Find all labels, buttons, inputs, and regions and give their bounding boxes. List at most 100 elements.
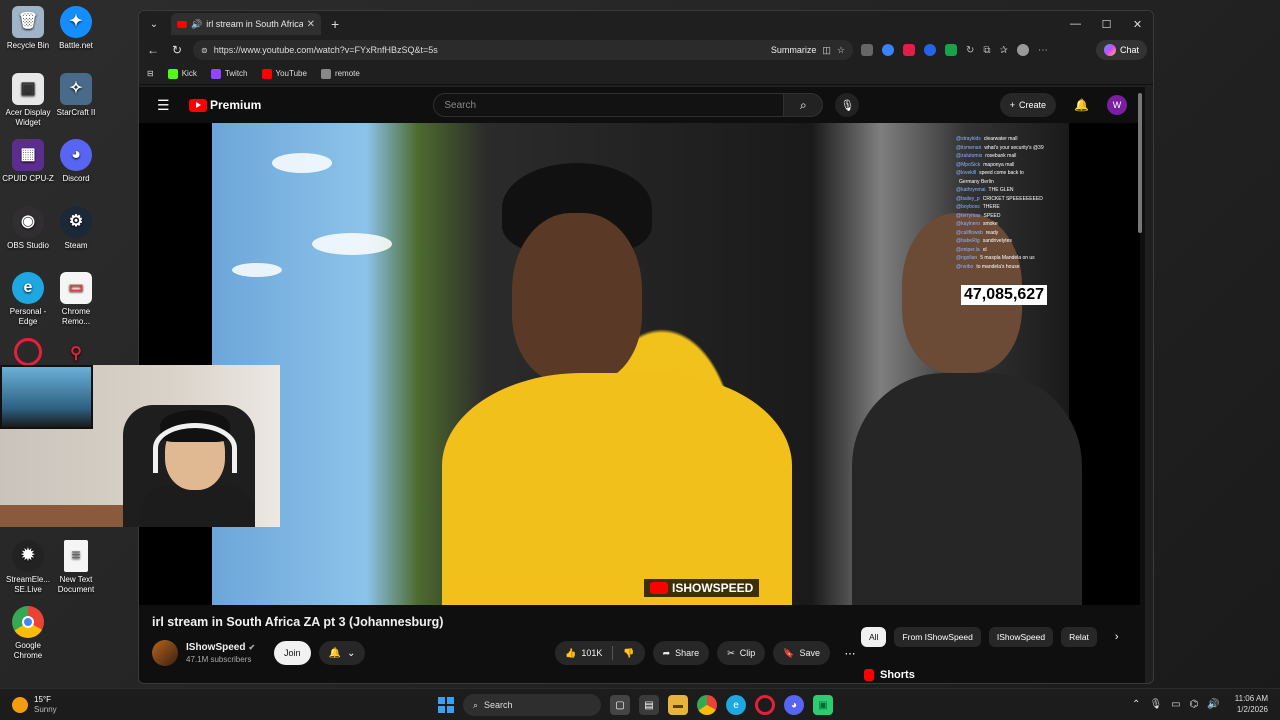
bookmark-twitch[interactable]: Twitch <box>210 68 248 79</box>
extension-icon[interactable] <box>882 44 894 56</box>
dislike-button[interactable]: 👎 <box>613 641 645 665</box>
chip-channel[interactable]: IShowSpeed <box>988 627 1054 647</box>
weather-widget[interactable]: 15°F Sunny <box>12 695 57 715</box>
share-button[interactable]: ➦ Share <box>652 641 710 665</box>
split-screen-icon[interactable]: ◫ <box>822 45 831 56</box>
chat-line: @lovekill speed come back to <box>956 170 1024 176</box>
chip-from-channel[interactable]: From IShowSpeed <box>894 627 981 647</box>
chip-related[interactable]: Relat <box>1061 627 1097 647</box>
create-button[interactable]: + Create <box>999 93 1057 117</box>
channel-name[interactable]: IShowSpeed ✔ <box>186 642 266 653</box>
opera-icon[interactable] <box>755 695 775 715</box>
tab-groups-icon[interactable]: ⊟ <box>147 69 154 78</box>
bell-icon: 🔔 <box>328 647 341 659</box>
desktop-icon-text-document[interactable]: ≡ New Text Document <box>48 540 104 595</box>
refresh-icon[interactable]: ↻ <box>169 43 185 57</box>
maximize-icon[interactable]: ☐ <box>1091 18 1122 31</box>
video-actions: 👍 101K 👎 ➦ Share ✂ Clip 🔖 Save ⋯ <box>555 641 862 665</box>
app-icon[interactable]: ▣ <box>813 695 833 715</box>
close-tab-icon[interactable]: ✕ <box>307 19 315 30</box>
favorites-icon[interactable]: ✰ <box>1000 45 1008 56</box>
site-info-icon[interactable]: ⊜ <box>201 46 208 55</box>
edge-icon[interactable]: e <box>726 695 746 715</box>
chrome-icon[interactable] <box>697 695 717 715</box>
chat-line: @sniper.la ol <box>956 246 987 253</box>
youtube-logo[interactable]: Premium <box>189 98 261 112</box>
microphone-icon[interactable]: 🎙 <box>1149 699 1162 710</box>
video-player[interactable]: @straykids clearwater mall @itsmenan what's… <box>139 123 1140 605</box>
page-scrollbar[interactable] <box>1138 93 1142 233</box>
bookmark-youtube[interactable]: YouTube <box>261 68 307 79</box>
save-button[interactable]: 🔖 Save <box>773 641 830 665</box>
volume-icon[interactable]: 🔊 <box>1207 699 1219 710</box>
extension-icon[interactable] <box>861 44 873 56</box>
bookmark-kick[interactable]: Kick <box>167 68 197 79</box>
voice-search-button[interactable]: 🎙 <box>835 93 860 117</box>
bookmarks-bar: ⊟ Kick Twitch YouTube remote <box>139 63 1153 85</box>
desktop-icon-steam[interactable]: ⚙ Steam <box>48 206 104 251</box>
menu-icon[interactable]: ☰ <box>157 97 177 114</box>
puzzle-icon[interactable]: ⧉ <box>983 45 990 56</box>
channel-info: IShowSpeed ✔ 47.1M subscribers <box>186 642 266 664</box>
extension-icon[interactable] <box>903 44 915 56</box>
search-input[interactable]: Search <box>433 93 784 117</box>
refresh-extension-icon[interactable]: ↻ <box>966 45 974 56</box>
more-menu-icon[interactable]: ⋯ <box>1038 45 1048 56</box>
more-actions-icon[interactable]: ⋯ <box>838 641 862 665</box>
scissors-icon: ✂ <box>727 647 735 658</box>
file-explorer-icon[interactable]: ▬ <box>668 695 688 715</box>
chevron-right-icon[interactable]: › <box>1115 631 1119 643</box>
desktop-icon-chrome-remote[interactable]: ▭ Chrome Remo... <box>48 272 104 327</box>
task-view-icon[interactable]: ▢ <box>610 695 630 715</box>
tab-youtube[interactable]: 🔊 irl stream in South Africa ZA pt ✕ <box>171 13 321 35</box>
taskbar-search[interactable]: ⌕ Search <box>463 694 601 716</box>
video-frame <box>212 123 1082 605</box>
desktop-icon-starcraft[interactable]: ✧ StarCraft II <box>48 73 104 118</box>
tab-actions-icon[interactable]: ⌄ <box>143 14 165 34</box>
clip-button[interactable]: ✂ Clip <box>717 641 766 665</box>
notifications-bell-icon[interactable]: 🔔 <box>1074 98 1089 112</box>
like-button[interactable]: 👍 101K <box>555 641 613 665</box>
profile-icon[interactable] <box>1016 44 1029 56</box>
headphones-icon <box>153 423 237 473</box>
browser-window: ⌄ 🔊 irl stream in South Africa ZA pt ✕ +… <box>138 10 1154 684</box>
viewer-counter: 47,085,627 <box>961 285 1048 305</box>
background-tv <box>0 365 93 429</box>
summarize-button[interactable]: Summarize <box>771 45 817 55</box>
subscription-notifications-button[interactable]: 🔔 ⌄ <box>318 641 366 665</box>
kick-icon <box>167 68 178 79</box>
speaker-icon[interactable]: 🔊 <box>191 19 202 30</box>
desktop-icon-chrome[interactable]: Google Chrome <box>0 606 56 661</box>
account-avatar[interactable]: W <box>1107 95 1127 115</box>
favorite-star-icon[interactable]: ☆ <box>837 45 845 56</box>
network-icon[interactable]: ⌬ <box>1190 699 1199 710</box>
display-icon[interactable]: ▭ <box>1171 699 1180 710</box>
desktop-icon-battlenet[interactable]: ✦ Battle.net <box>48 6 104 51</box>
channel-avatar[interactable] <box>152 640 178 666</box>
copilot-chat-button[interactable]: Chat <box>1095 40 1147 60</box>
opera-icon <box>14 338 42 366</box>
bookmark-remote[interactable]: remote <box>320 68 360 79</box>
desktop-icon-discord[interactable]: ◕ Discord <box>48 139 104 184</box>
chat-line: Germany Berlin <box>959 178 994 185</box>
chevron-up-icon[interactable]: ⌃ <box>1132 699 1140 710</box>
minimize-icon[interactable]: — <box>1060 18 1091 31</box>
extension-icon[interactable] <box>945 44 957 56</box>
close-window-icon[interactable]: ✕ <box>1122 18 1153 31</box>
discord-icon[interactable]: ◕ <box>784 695 804 715</box>
clock[interactable]: 11:06 AM 1/2/2026 <box>1235 693 1268 715</box>
new-tab-icon[interactable]: + <box>331 16 339 32</box>
join-button[interactable]: Join <box>274 641 311 665</box>
chrome-remote-icon: ▭ <box>60 272 92 304</box>
chat-line: @babeRig sandrivelytes <box>956 238 1012 244</box>
extension-icon[interactable] <box>924 44 936 56</box>
chat-line: @itsmenan what's your security's @39 <box>956 144 1044 151</box>
tab-bar: ⌄ 🔊 irl stream in South Africa ZA pt ✕ +… <box>139 11 1153 37</box>
search-button[interactable]: ⌕ <box>783 93 824 117</box>
widgets-icon[interactable]: ▤ <box>639 695 659 715</box>
thumbs-up-icon: 👍 <box>565 647 577 658</box>
start-button[interactable] <box>438 697 454 713</box>
address-bar[interactable]: ⊜ https://www.youtube.com/watch?v=FYxRnf… <box>193 40 853 60</box>
chip-all[interactable]: All <box>861 627 887 647</box>
back-icon[interactable]: ← <box>145 43 161 57</box>
